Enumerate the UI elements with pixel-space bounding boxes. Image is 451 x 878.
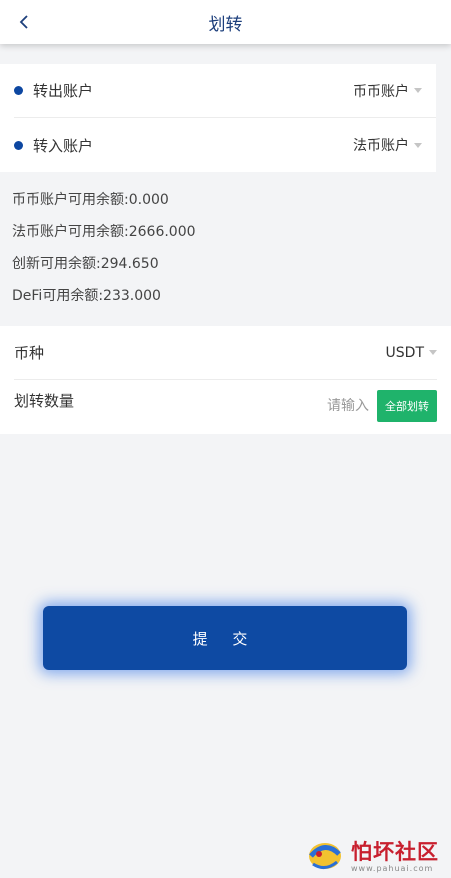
from-account-row[interactable]: 转出账户 币币账户 bbox=[14, 64, 436, 118]
coin-row[interactable]: 币种 USDT bbox=[14, 326, 437, 380]
page-title: 划转 bbox=[208, 14, 243, 35]
to-account-row[interactable]: 转入账户 法币账户 bbox=[14, 118, 436, 172]
bullet-icon bbox=[14, 86, 23, 95]
watermark-url: www.pahuai.com bbox=[351, 863, 434, 873]
to-account-value: 法币账户 bbox=[353, 138, 409, 154]
transfer-all-button[interactable]: 全部划转 bbox=[377, 390, 437, 422]
watermark-logo-icon bbox=[309, 843, 341, 869]
back-button[interactable] bbox=[14, 8, 34, 36]
watermark-text: 怕坏社区 bbox=[351, 838, 439, 864]
watermark: 怕坏社区 www.pahuai.com bbox=[305, 832, 445, 876]
balance-spot: 币币账户可用余额:0.000 bbox=[12, 192, 169, 208]
from-account-select[interactable]: 币币账户 bbox=[353, 81, 422, 101]
transfer-form: 币种 USDT 划转数量 全部划转 bbox=[0, 326, 451, 434]
balance-innovation: 创新可用余额:294.650 bbox=[12, 256, 159, 272]
coin-value: USDT bbox=[385, 344, 424, 361]
bullet-icon bbox=[14, 140, 23, 150]
caret-down-icon bbox=[414, 88, 422, 93]
submit-button[interactable]: 提 交 bbox=[43, 606, 407, 670]
accounts-card: 转出账户 币币账户 转入账户 法币账户 bbox=[0, 64, 436, 172]
caret-down-icon bbox=[414, 142, 422, 148]
balance-fiat: 法币账户可用余额:2666.000 bbox=[12, 224, 196, 240]
balance-list: 币币账户可用余额:0.000 法币账户可用余额:2666.000 创新可用余额:… bbox=[0, 172, 451, 320]
balance-defi: DeFi可用余额:233.000 bbox=[12, 288, 161, 304]
coin-select[interactable]: USDT bbox=[386, 345, 437, 361]
to-account-label: 转入账户 bbox=[33, 136, 94, 155]
caret-down-icon bbox=[429, 350, 437, 355]
from-account-value: 币币账户 bbox=[353, 83, 409, 100]
top-bar: 划转 bbox=[0, 0, 451, 44]
coin-label: 币种 bbox=[14, 344, 45, 362]
amount-row: 划转数量 全部划转 bbox=[14, 380, 437, 434]
amount-label: 划转数量 bbox=[14, 392, 75, 410]
back-arrow-icon bbox=[19, 15, 28, 29]
from-account-label: 转出账户 bbox=[33, 82, 94, 100]
amount-input[interactable] bbox=[309, 398, 369, 414]
to-account-select[interactable]: 法币账户 bbox=[353, 135, 422, 155]
